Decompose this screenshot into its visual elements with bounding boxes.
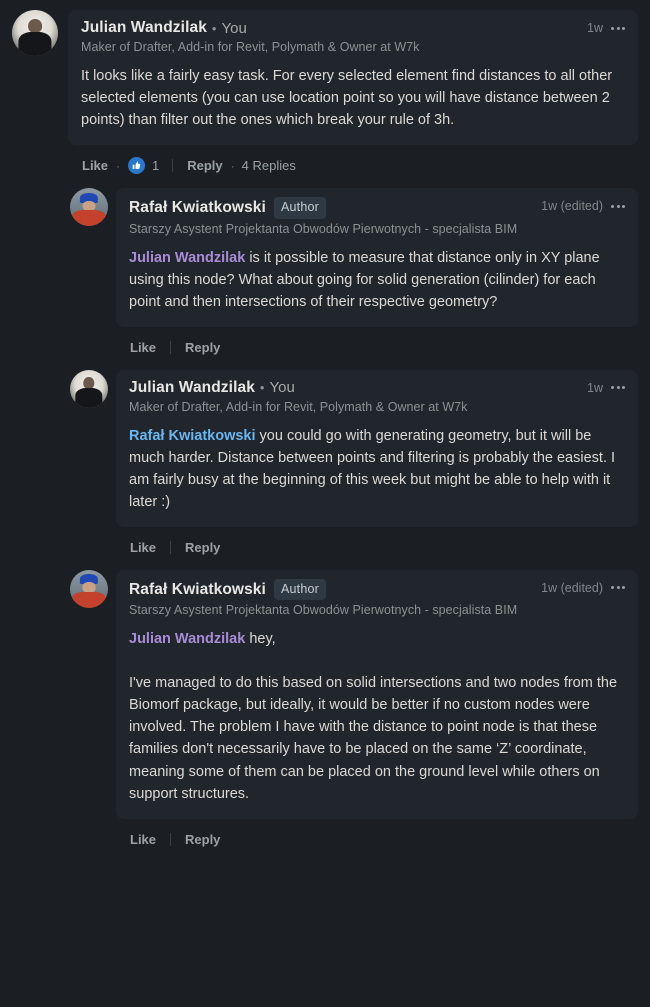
comment-actions: Like · 1 Reply · 4 Replies — [68, 145, 638, 178]
author-headline: Maker of Drafter, Add-in for Revit, Poly… — [81, 40, 420, 54]
avatar-jacket-shape — [72, 210, 106, 227]
comment-author-block: Rafał Kwiatkowski Author Starszy Asystent … — [129, 578, 531, 618]
action-divider — [172, 159, 174, 173]
comment-body: Julian Wandzilak hey, I've managed to do… — [129, 628, 625, 804]
comment-meta: 1w (edited) — [541, 197, 625, 213]
comment-meta: 1w — [587, 19, 625, 35]
thumbs-up-icon — [127, 156, 147, 176]
comment-text: hey, I've managed to do this based on so… — [129, 631, 618, 802]
comment-content: Rafał Kwiatkowski Author Starszy Asystent … — [116, 188, 638, 360]
comment-author-block: Rafał Kwiatkowski Author Starszy Asystent … — [129, 197, 531, 236]
comment-body: Rafał Kwiatkowski you could go with gene… — [129, 425, 625, 513]
name-separator-dot: • — [259, 380, 265, 396]
author-name[interactable]: Julian Wandzilak — [81, 19, 207, 37]
avatar-body-shape — [75, 387, 103, 408]
comment-timestamp: 1w (edited) — [541, 199, 603, 214]
comment-header: Rafał Kwiatkowski Author Starszy Asystent … — [129, 578, 625, 618]
comment-actions: Like Reply — [116, 819, 638, 852]
author-headline: Starszy Asystent Projektanta Obwodów Pie… — [129, 221, 518, 236]
comment-header: Rafał Kwiatkowski Author Starszy Asystent … — [129, 197, 625, 236]
mention-link[interactable]: Julian Wandzilak — [129, 250, 245, 266]
comment-content: Rafał Kwiatkowski Author Starszy Asystent … — [116, 569, 638, 852]
like-button[interactable]: Like — [129, 338, 157, 357]
comment-author-block: Julian Wandzilak • You Maker of Drafter, Ad… — [129, 379, 577, 414]
reply-button[interactable]: Reply — [184, 338, 221, 357]
comment-actions: Like Reply — [116, 327, 638, 360]
julian-avatar[interactable] — [12, 10, 58, 56]
reply-button[interactable]: Reply — [186, 156, 223, 175]
author-headline: Starszy Asystent Projektanta Obwodów Pie… — [129, 603, 518, 618]
author-badge: Author — [273, 578, 326, 601]
comment-bubble: Julian Wandzilak • You Maker of Drafter, Ad… — [68, 10, 638, 146]
avatar-jacket-shape — [72, 591, 106, 608]
comment: Julian Wandzilak • You Maker of Drafter, Ad… — [0, 360, 650, 560]
reply-button[interactable]: Reply — [184, 830, 221, 849]
comment-timestamp: 1w — [587, 380, 603, 395]
author-name[interactable]: Rafał Kwiatkowski — [129, 581, 266, 599]
action-divider — [170, 340, 172, 354]
comment-bubble: Rafał Kwiatkowski Author Starszy Asystent … — [116, 569, 638, 819]
comment-body: It looks like a fairly easy task. For ev… — [81, 65, 625, 131]
author-headline: Maker of Drafter, Add-in for Revit, Poly… — [129, 399, 468, 414]
name-separator-dot: • — [211, 20, 217, 36]
action-divider — [170, 540, 172, 554]
like-button[interactable]: Like — [129, 538, 157, 557]
comment: Rafał Kwiatkowski Author Starszy Asystent … — [0, 560, 650, 852]
julian-avatar[interactable] — [70, 369, 108, 408]
comment-meta: 1w — [587, 379, 625, 395]
rafal-avatar[interactable] — [70, 569, 108, 608]
comment-author-block: Julian Wandzilak • You Maker of Drafter, Ad… — [81, 19, 577, 54]
comment-timestamp: 1w — [587, 21, 603, 35]
author-badge: Author — [273, 197, 326, 219]
more-options-icon[interactable] — [611, 386, 625, 390]
action-separator-dot: · — [230, 158, 235, 173]
comment-actions: Like Reply — [116, 527, 638, 560]
action-separator-dot: · — [116, 158, 121, 173]
more-options-icon[interactable] — [611, 26, 625, 30]
avatar-head-shape — [28, 19, 42, 33]
more-options-icon[interactable] — [611, 204, 625, 208]
you-tag: You — [221, 19, 247, 37]
comment-body: Julian Wandzilak is it possible to measu… — [129, 247, 625, 313]
reaction-count: 1 — [152, 158, 160, 174]
author-name[interactable]: Rafał Kwiatkowski — [129, 199, 266, 217]
author-name-line: Julian Wandzilak • You — [81, 19, 577, 37]
comment-bubble: Julian Wandzilak • You Maker of Drafter, Ad… — [116, 369, 638, 527]
mention-link[interactable]: Rafał Kwiatkowski — [129, 428, 256, 444]
author-name-line: Rafał Kwiatkowski Author — [129, 578, 531, 601]
comment-header: Julian Wandzilak • You Maker of Drafter, Ad… — [129, 379, 625, 414]
action-divider — [170, 832, 172, 846]
more-options-icon[interactable] — [611, 586, 625, 590]
mention-link[interactable]: Julian Wandzilak — [129, 631, 245, 647]
comment-content: Julian Wandzilak • You Maker of Drafter, Ad… — [68, 10, 638, 178]
comments-thread: Julian Wandzilak • You Maker of Drafter, Ad… — [0, 0, 650, 852]
comment-text: It looks like a fairly easy task. For ev… — [81, 68, 617, 129]
comment: Rafał Kwiatkowski Author Starszy Asystent … — [0, 178, 650, 360]
comment-timestamp: 1w (edited) — [541, 580, 603, 595]
like-button[interactable]: Like — [81, 156, 109, 175]
reply-button[interactable]: Reply — [184, 538, 221, 557]
comment-meta: 1w (edited) — [541, 579, 625, 595]
comment-content: Julian Wandzilak • You Maker of Drafter, Ad… — [116, 369, 638, 560]
avatar-body-shape — [18, 32, 52, 56]
replies-count-link[interactable]: 4 Replies — [242, 158, 296, 173]
like-button[interactable]: Like — [129, 830, 157, 849]
comment-bubble: Rafał Kwiatkowski Author Starszy Asystent … — [116, 188, 638, 327]
author-name-line: Julian Wandzilak • You — [129, 379, 577, 397]
reaction-chip[interactable]: 1 — [127, 156, 160, 176]
comment: Julian Wandzilak • You Maker of Drafter, Ad… — [0, 0, 650, 178]
rafal-avatar[interactable] — [70, 188, 108, 227]
author-name[interactable]: Julian Wandzilak — [129, 379, 255, 397]
you-tag: You — [269, 379, 295, 397]
author-name-line: Rafał Kwiatkowski Author — [129, 197, 531, 219]
comment-header: Julian Wandzilak • You Maker of Drafter, Ad… — [81, 19, 625, 54]
